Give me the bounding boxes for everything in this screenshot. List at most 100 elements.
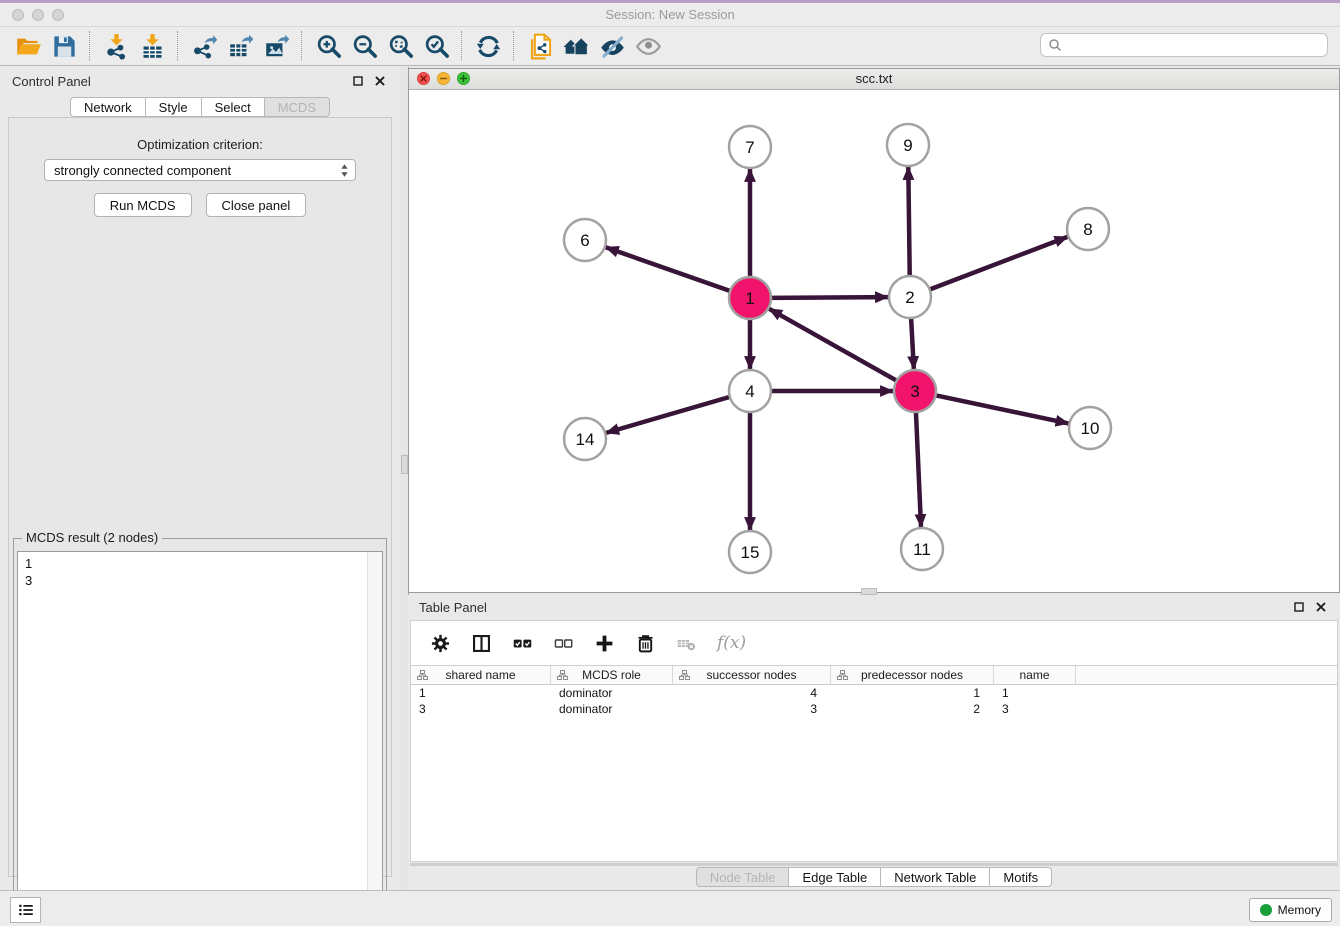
- open-folder-icon: [15, 33, 42, 60]
- table-panel-title: Table Panel: [419, 600, 1285, 615]
- close-panel-icon[interactable]: [372, 73, 388, 89]
- memory-label: Memory: [1278, 903, 1321, 917]
- float-panel-icon[interactable]: [350, 73, 366, 89]
- column-header-shared-name[interactable]: shared name: [411, 666, 551, 684]
- select-all-button[interactable]: [509, 630, 535, 656]
- search-input[interactable]: [1066, 37, 1327, 54]
- import-table-button[interactable]: [134, 30, 170, 62]
- column-settings-button[interactable]: [427, 630, 453, 656]
- toolbar-separator: [513, 31, 515, 61]
- import-network-button[interactable]: [98, 30, 134, 62]
- zoom-in-button[interactable]: [310, 30, 346, 62]
- show-all-button[interactable]: [630, 30, 666, 62]
- zoom-in-icon: [315, 33, 342, 60]
- column-header-label: predecessor nodes: [861, 668, 963, 682]
- memory-button[interactable]: Memory: [1249, 898, 1332, 922]
- tab-select[interactable]: Select: [202, 97, 265, 117]
- new-network-file-button[interactable]: [522, 30, 558, 62]
- node-3[interactable]: 3: [894, 370, 936, 412]
- export-table-button[interactable]: [222, 30, 258, 62]
- tab-network-table[interactable]: Network Table: [881, 867, 990, 887]
- split-panel-button[interactable]: [468, 630, 494, 656]
- tab-edge-table[interactable]: Edge Table: [789, 867, 881, 887]
- zoom-out-button[interactable]: [346, 30, 382, 62]
- table-row[interactable]: 3dominator323: [411, 701, 1337, 717]
- close-table-panel-icon[interactable]: [1313, 599, 1329, 615]
- status-bar: Memory: [0, 890, 1340, 926]
- float-table-panel-icon[interactable]: [1291, 599, 1307, 615]
- tab-style[interactable]: Style: [146, 97, 202, 117]
- node-15[interactable]: 15: [729, 531, 771, 573]
- cell-MCDS-role: dominator: [551, 702, 673, 716]
- network-canvas[interactable]: 1 2 3 4 6 7 8 9 10 11 14 15: [409, 90, 1339, 592]
- column-header-name[interactable]: name: [994, 666, 1076, 684]
- node-10[interactable]: 10: [1069, 407, 1111, 449]
- edge-3-11[interactable]: [916, 412, 921, 527]
- open-session-button[interactable]: [10, 30, 46, 62]
- export-image-button[interactable]: [258, 30, 294, 62]
- table-row[interactable]: 1dominator411: [411, 685, 1337, 701]
- column-header-predecessor-nodes[interactable]: predecessor nodes: [831, 666, 994, 684]
- node-label: 11: [913, 540, 931, 559]
- node-11[interactable]: 11: [901, 528, 943, 570]
- node-7[interactable]: 7: [729, 126, 771, 168]
- tab-motifs[interactable]: Motifs: [990, 867, 1052, 887]
- table-tabs: Node TableEdge TableNetwork TableMotifs: [408, 867, 1340, 887]
- column-header-MCDS-role[interactable]: MCDS role: [551, 666, 673, 684]
- network-view-window: scc.txt 1 2 3 4 6 7 8 9 10 11 14 15: [408, 68, 1340, 593]
- hide-selected-button[interactable]: [594, 30, 630, 62]
- zoom-fit-button[interactable]: [382, 30, 418, 62]
- node-label: 15: [741, 543, 760, 562]
- optimization-criterion-label: Optimization criterion:: [9, 137, 391, 152]
- node-9[interactable]: 9: [887, 124, 929, 166]
- run-mcds-button[interactable]: Run MCDS: [94, 193, 192, 217]
- node-4[interactable]: 4: [729, 370, 771, 412]
- node-6[interactable]: 6: [564, 219, 606, 261]
- search-field[interactable]: [1040, 33, 1328, 57]
- tab-mcds[interactable]: MCDS: [265, 97, 330, 117]
- edge-2-3[interactable]: [911, 318, 914, 369]
- edge-4-14[interactable]: [606, 397, 730, 433]
- function-builder-button[interactable]: f(x): [714, 630, 746, 656]
- home-views-button[interactable]: [558, 30, 594, 62]
- column-header-successor-nodes[interactable]: successor nodes: [673, 666, 831, 684]
- criterion-value: strongly connected component: [54, 163, 340, 178]
- task-history-button[interactable]: [10, 897, 41, 923]
- divider-grip[interactable]: [401, 455, 408, 474]
- import-network-icon: [103, 33, 130, 60]
- node-14[interactable]: 14: [564, 418, 606, 460]
- sort-hierarchy-icon: [417, 670, 428, 680]
- save-session-button[interactable]: [46, 30, 82, 62]
- edge-3-1[interactable]: [769, 309, 897, 381]
- add-column-button[interactable]: [591, 630, 617, 656]
- edge-1-6[interactable]: [606, 247, 730, 291]
- network-resize-grip[interactable]: [861, 588, 877, 595]
- cell-name: 3: [994, 702, 1076, 716]
- refresh-layout-button[interactable]: [470, 30, 506, 62]
- network-window-titlebar[interactable]: scc.txt: [409, 69, 1339, 90]
- node-2[interactable]: 2: [889, 276, 931, 318]
- criterion-select[interactable]: strongly connected component: [44, 159, 356, 181]
- delete-table-button[interactable]: [673, 630, 699, 656]
- zoom-out-icon: [351, 33, 378, 60]
- edge-2-9[interactable]: [908, 167, 909, 276]
- export-network-button[interactable]: [186, 30, 222, 62]
- delete-column-button[interactable]: [632, 630, 658, 656]
- tab-network[interactable]: Network: [70, 97, 146, 117]
- edge-3-10[interactable]: [936, 395, 1069, 423]
- tab-node-table[interactable]: Node Table: [696, 867, 790, 887]
- node-label: 1: [745, 289, 754, 308]
- result-scrollbar[interactable]: [367, 552, 382, 910]
- edge-2-8[interactable]: [930, 237, 1068, 290]
- node-1[interactable]: 1: [729, 277, 771, 319]
- edge-1-2[interactable]: [771, 297, 888, 298]
- deselect-all-button[interactable]: [550, 630, 576, 656]
- node-label: 6: [580, 231, 589, 250]
- list-icon: [17, 901, 35, 919]
- eye-slash-icon: [599, 33, 626, 60]
- node-8[interactable]: 8: [1067, 208, 1109, 250]
- zoom-selected-button[interactable]: [418, 30, 454, 62]
- table-hscrollbar[interactable]: [410, 863, 1338, 866]
- control-panel: Control Panel NetworkStyleSelectMCDS Opt…: [0, 67, 400, 890]
- close-panel-button[interactable]: Close panel: [206, 193, 307, 217]
